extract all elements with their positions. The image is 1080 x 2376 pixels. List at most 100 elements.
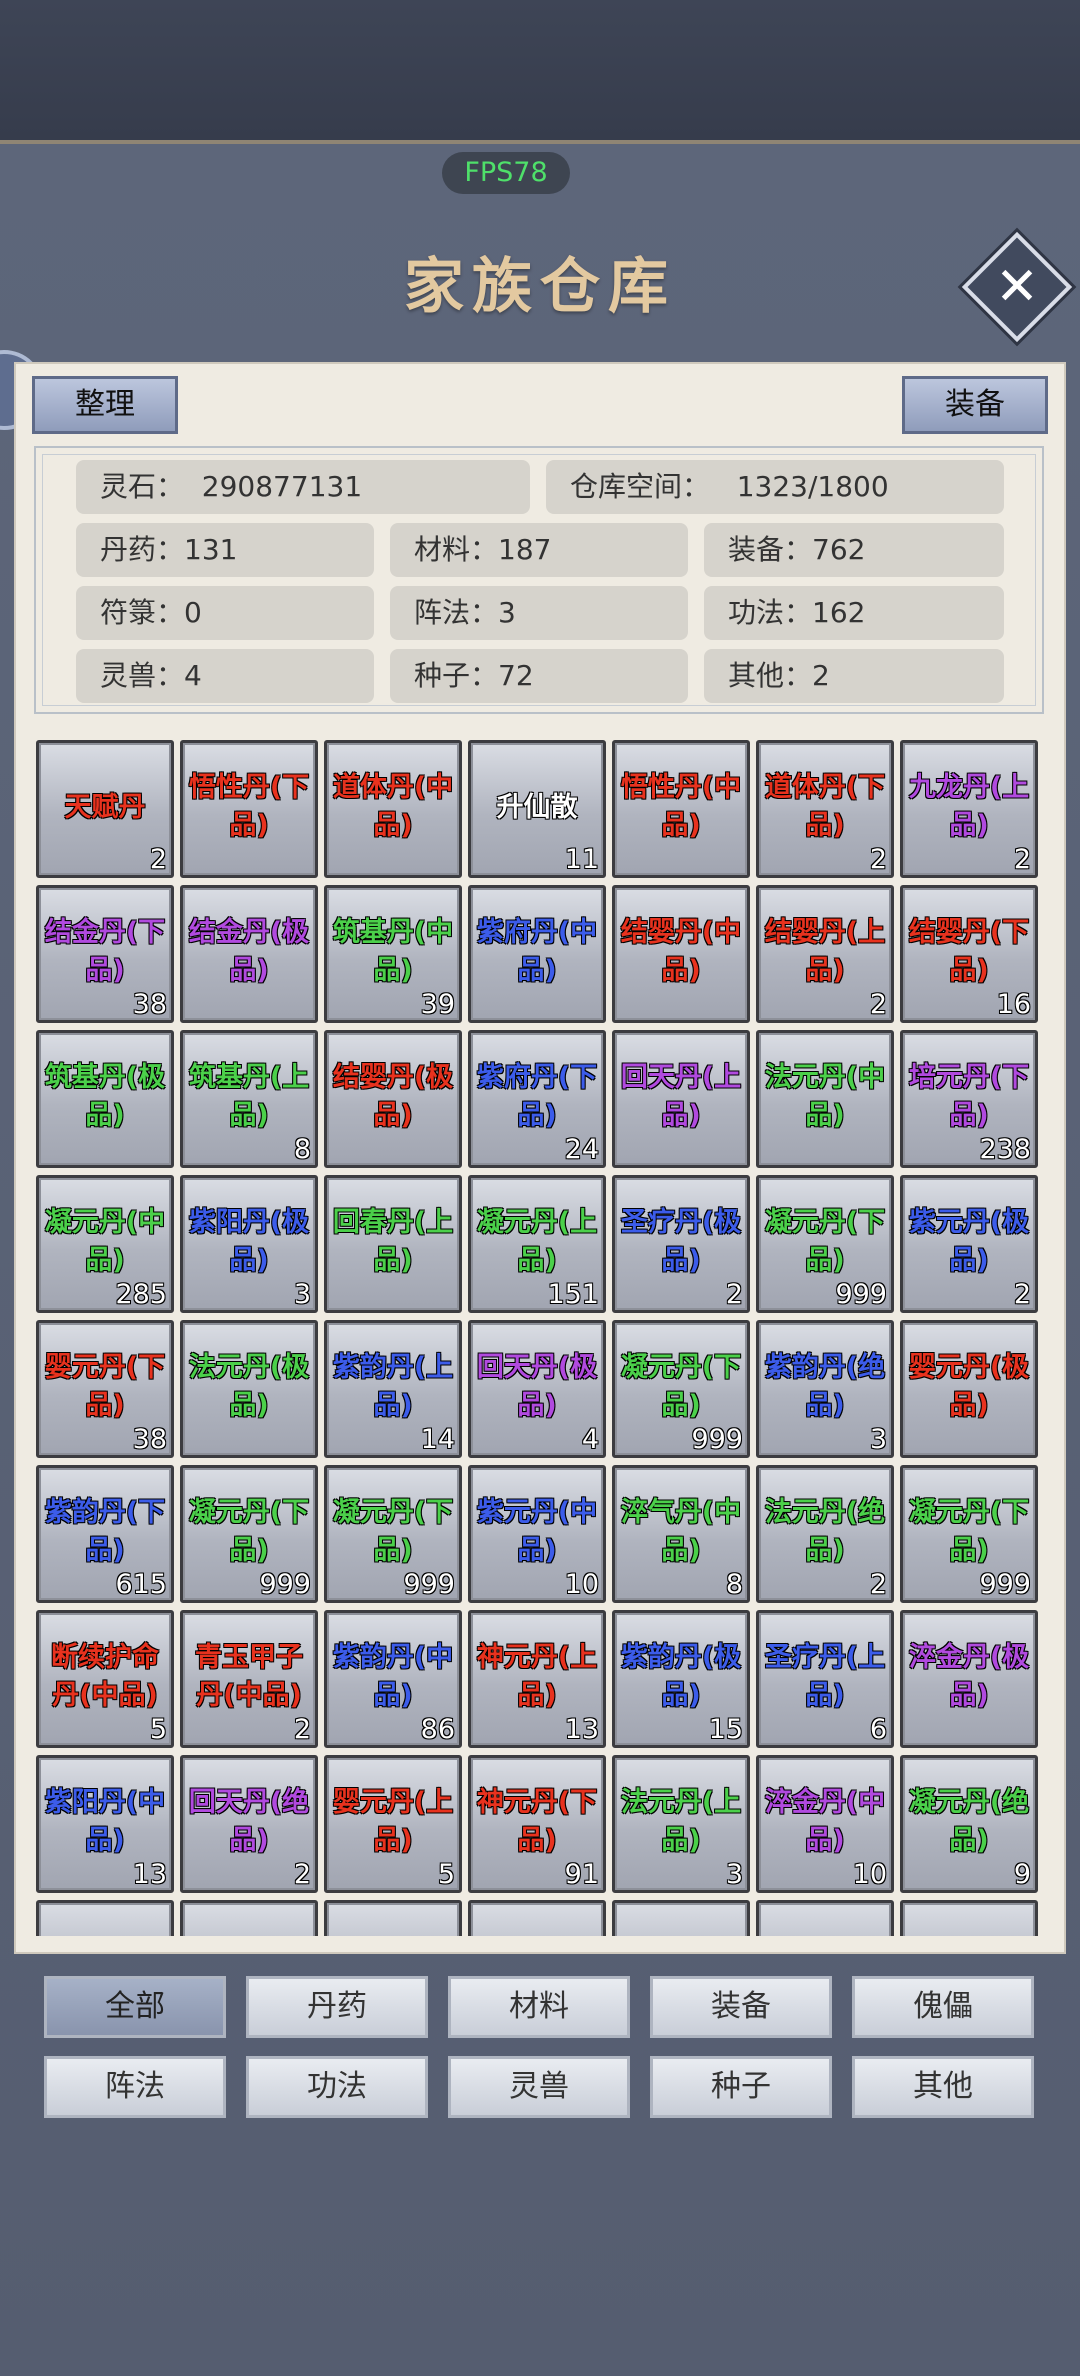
tab-0[interactable]: 全部 [44, 1976, 226, 2038]
tab-8[interactable]: 种子 [650, 2056, 832, 2118]
item-count: 999 [979, 1569, 1031, 1600]
item-grid[interactable]: 天赋丹 2 悟性丹(下品) 道体丹(中品) 升仙散 11 悟性丹(中品) 道体丹(下品) 2 九龙… [36, 740, 1042, 1936]
item-slot[interactable]: 凝元丹(上品) 151 [468, 1175, 606, 1313]
item-slot[interactable]: 回天丹(绝品) 2 [180, 1755, 318, 1893]
item-count: 9 [1013, 1859, 1031, 1890]
item-slot[interactable]: 紫元丹(中品) 10 [468, 1465, 606, 1603]
item-slot[interactable]: 凝元丹(绝品) 9 [900, 1755, 1038, 1893]
tab-3[interactable]: 装备 [650, 1976, 832, 2038]
item-slot[interactable]: 回天丹(上品) [612, 1030, 750, 1168]
warehouse-space-stat: 仓库空间： 1323/1800 [546, 460, 1004, 514]
item-count: 999 [403, 1569, 455, 1600]
item-slot[interactable]: 紫府丹(下品) 24 [468, 1030, 606, 1168]
item-slot[interactable]: 天赋丹 2 [36, 740, 174, 878]
item-count: 2 [869, 1569, 887, 1600]
item-slot[interactable]: 结金丹(下品) 38 [36, 885, 174, 1023]
item-slot[interactable]: 升仙散 11 [468, 740, 606, 878]
item-slot[interactable]: 筑基丹(极品) [36, 1030, 174, 1168]
organize-button[interactable]: 整理 [32, 376, 178, 434]
item-slot[interactable]: 神元丹(下品) 91 [468, 1755, 606, 1893]
item-name: 凝元丹(绝品) [908, 1787, 1030, 1856]
item-slot-partial[interactable] [468, 1900, 606, 1936]
item-slot[interactable]: 紫韵丹(中品) 86 [324, 1610, 462, 1748]
item-name: 青玉甲子丹(中品) [195, 1642, 303, 1711]
item-slot[interactable]: 结婴丹(下品) 16 [900, 885, 1038, 1023]
item-name: 圣疗丹(上品) [764, 1642, 886, 1711]
item-name: 淬金丹(极品) [908, 1642, 1030, 1711]
item-slot[interactable]: 法元丹(中品) [756, 1030, 894, 1168]
item-slot[interactable]: 回天丹(极品) 4 [468, 1320, 606, 1458]
item-name: 结婴丹(中品) [620, 917, 742, 986]
tab-6[interactable]: 功法 [246, 2056, 428, 2118]
item-slot[interactable]: 淬金丹(极品) [900, 1610, 1038, 1748]
item-slot[interactable]: 婴元丹(下品) 38 [36, 1320, 174, 1458]
item-slot[interactable]: 筑基丹(上品) 8 [180, 1030, 318, 1168]
item-slot[interactable]: 断续护命丹(中品) 5 [36, 1610, 174, 1748]
item-slot-partial[interactable] [900, 1900, 1038, 1936]
item-slot[interactable]: 结金丹(极品) [180, 885, 318, 1023]
item-slot[interactable]: 紫韵丹(下品) 615 [36, 1465, 174, 1603]
item-name: 凝元丹(上品) [476, 1207, 598, 1276]
tab-1[interactable]: 丹药 [246, 1976, 428, 2038]
item-count: 999 [835, 1279, 887, 1310]
spirit-stones-stat: 灵石： 290877131 [76, 460, 530, 514]
tab-5[interactable]: 阵法 [44, 2056, 226, 2118]
item-slot[interactable]: 法元丹(上品) 3 [612, 1755, 750, 1893]
item-slot[interactable]: 青玉甲子丹(中品) 2 [180, 1610, 318, 1748]
item-slot[interactable]: 婴元丹(上品) 5 [324, 1755, 462, 1893]
item-slot[interactable]: 紫府丹(中品) [468, 885, 606, 1023]
item-slot[interactable]: 九龙丹(上品) 2 [900, 740, 1038, 878]
item-slot[interactable]: 凝元丹(下品) 999 [612, 1320, 750, 1458]
item-name: 结金丹(极品) [188, 917, 310, 986]
close-icon[interactable]: ✕ [978, 248, 1056, 326]
item-count: 15 [708, 1714, 743, 1745]
item-slot-partial[interactable] [180, 1900, 318, 1936]
tab-4[interactable]: 傀儡 [852, 1976, 1034, 2038]
item-slot-partial[interactable] [324, 1900, 462, 1936]
item-slot[interactable]: 凝元丹(下品) 999 [180, 1465, 318, 1603]
item-slot[interactable]: 紫韵丹(上品) 14 [324, 1320, 462, 1458]
item-slot[interactable]: 悟性丹(中品) [612, 740, 750, 878]
item-slot[interactable]: 圣疗丹(极品) 2 [612, 1175, 750, 1313]
item-slot[interactable]: 道体丹(中品) [324, 740, 462, 878]
item-slot[interactable]: 回春丹(上品) [324, 1175, 462, 1313]
tab-7[interactable]: 灵兽 [448, 2056, 630, 2118]
item-slot[interactable]: 紫阳丹(极品) 3 [180, 1175, 318, 1313]
item-slot[interactable]: 结婴丹(极品) [324, 1030, 462, 1168]
item-slot[interactable]: 紫韵丹(绝品) 3 [756, 1320, 894, 1458]
item-count: 2 [1013, 844, 1031, 875]
item-slot[interactable]: 结婴丹(中品) [612, 885, 750, 1023]
item-slot[interactable]: 凝元丹(中品) 285 [36, 1175, 174, 1313]
tab-9[interactable]: 其他 [852, 2056, 1034, 2118]
item-slot[interactable]: 道体丹(下品) 2 [756, 740, 894, 878]
tab-2[interactable]: 材料 [448, 1976, 630, 2038]
item-slot[interactable]: 婴元丹(极品) [900, 1320, 1038, 1458]
item-slot[interactable]: 淬金丹(中品) 10 [756, 1755, 894, 1893]
item-slot[interactable]: 紫元丹(极品) 2 [900, 1175, 1038, 1313]
pills-stat: 丹药：131 [76, 523, 374, 577]
item-slot[interactable]: 凝元丹(下品) 999 [324, 1465, 462, 1603]
item-slot-partial[interactable] [756, 1900, 894, 1936]
equip-button[interactable]: 装备 [902, 376, 1048, 434]
item-count: 38 [132, 989, 167, 1020]
item-slot[interactable]: 结婴丹(上品) 2 [756, 885, 894, 1023]
item-slot[interactable]: 淬气丹(中品) 8 [612, 1465, 750, 1603]
item-slot[interactable]: 悟性丹(下品) [180, 740, 318, 878]
item-name: 结婴丹(极品) [332, 1062, 454, 1131]
item-slot[interactable]: 法元丹(极品) [180, 1320, 318, 1458]
item-name: 神元丹(上品) [476, 1642, 598, 1711]
item-count: 16 [996, 989, 1031, 1020]
item-slot[interactable]: 凝元丹(下品) 999 [900, 1465, 1038, 1603]
item-slot[interactable]: 紫韵丹(极品) 15 [612, 1610, 750, 1748]
item-slot-partial[interactable] [612, 1900, 750, 1936]
item-slot[interactable]: 神元丹(上品) 13 [468, 1610, 606, 1748]
item-slot[interactable]: 培元丹(下品) 238 [900, 1030, 1038, 1168]
item-slot-partial[interactable] [36, 1900, 174, 1936]
item-count: 13 [132, 1859, 167, 1890]
item-slot[interactable]: 紫阳丹(中品) 13 [36, 1755, 174, 1893]
item-slot[interactable]: 筑基丹(中品) 39 [324, 885, 462, 1023]
item-count: 2 [293, 1859, 311, 1890]
item-slot[interactable]: 凝元丹(下品) 999 [756, 1175, 894, 1313]
item-slot[interactable]: 圣疗丹(上品) 6 [756, 1610, 894, 1748]
item-slot[interactable]: 法元丹(绝品) 2 [756, 1465, 894, 1603]
